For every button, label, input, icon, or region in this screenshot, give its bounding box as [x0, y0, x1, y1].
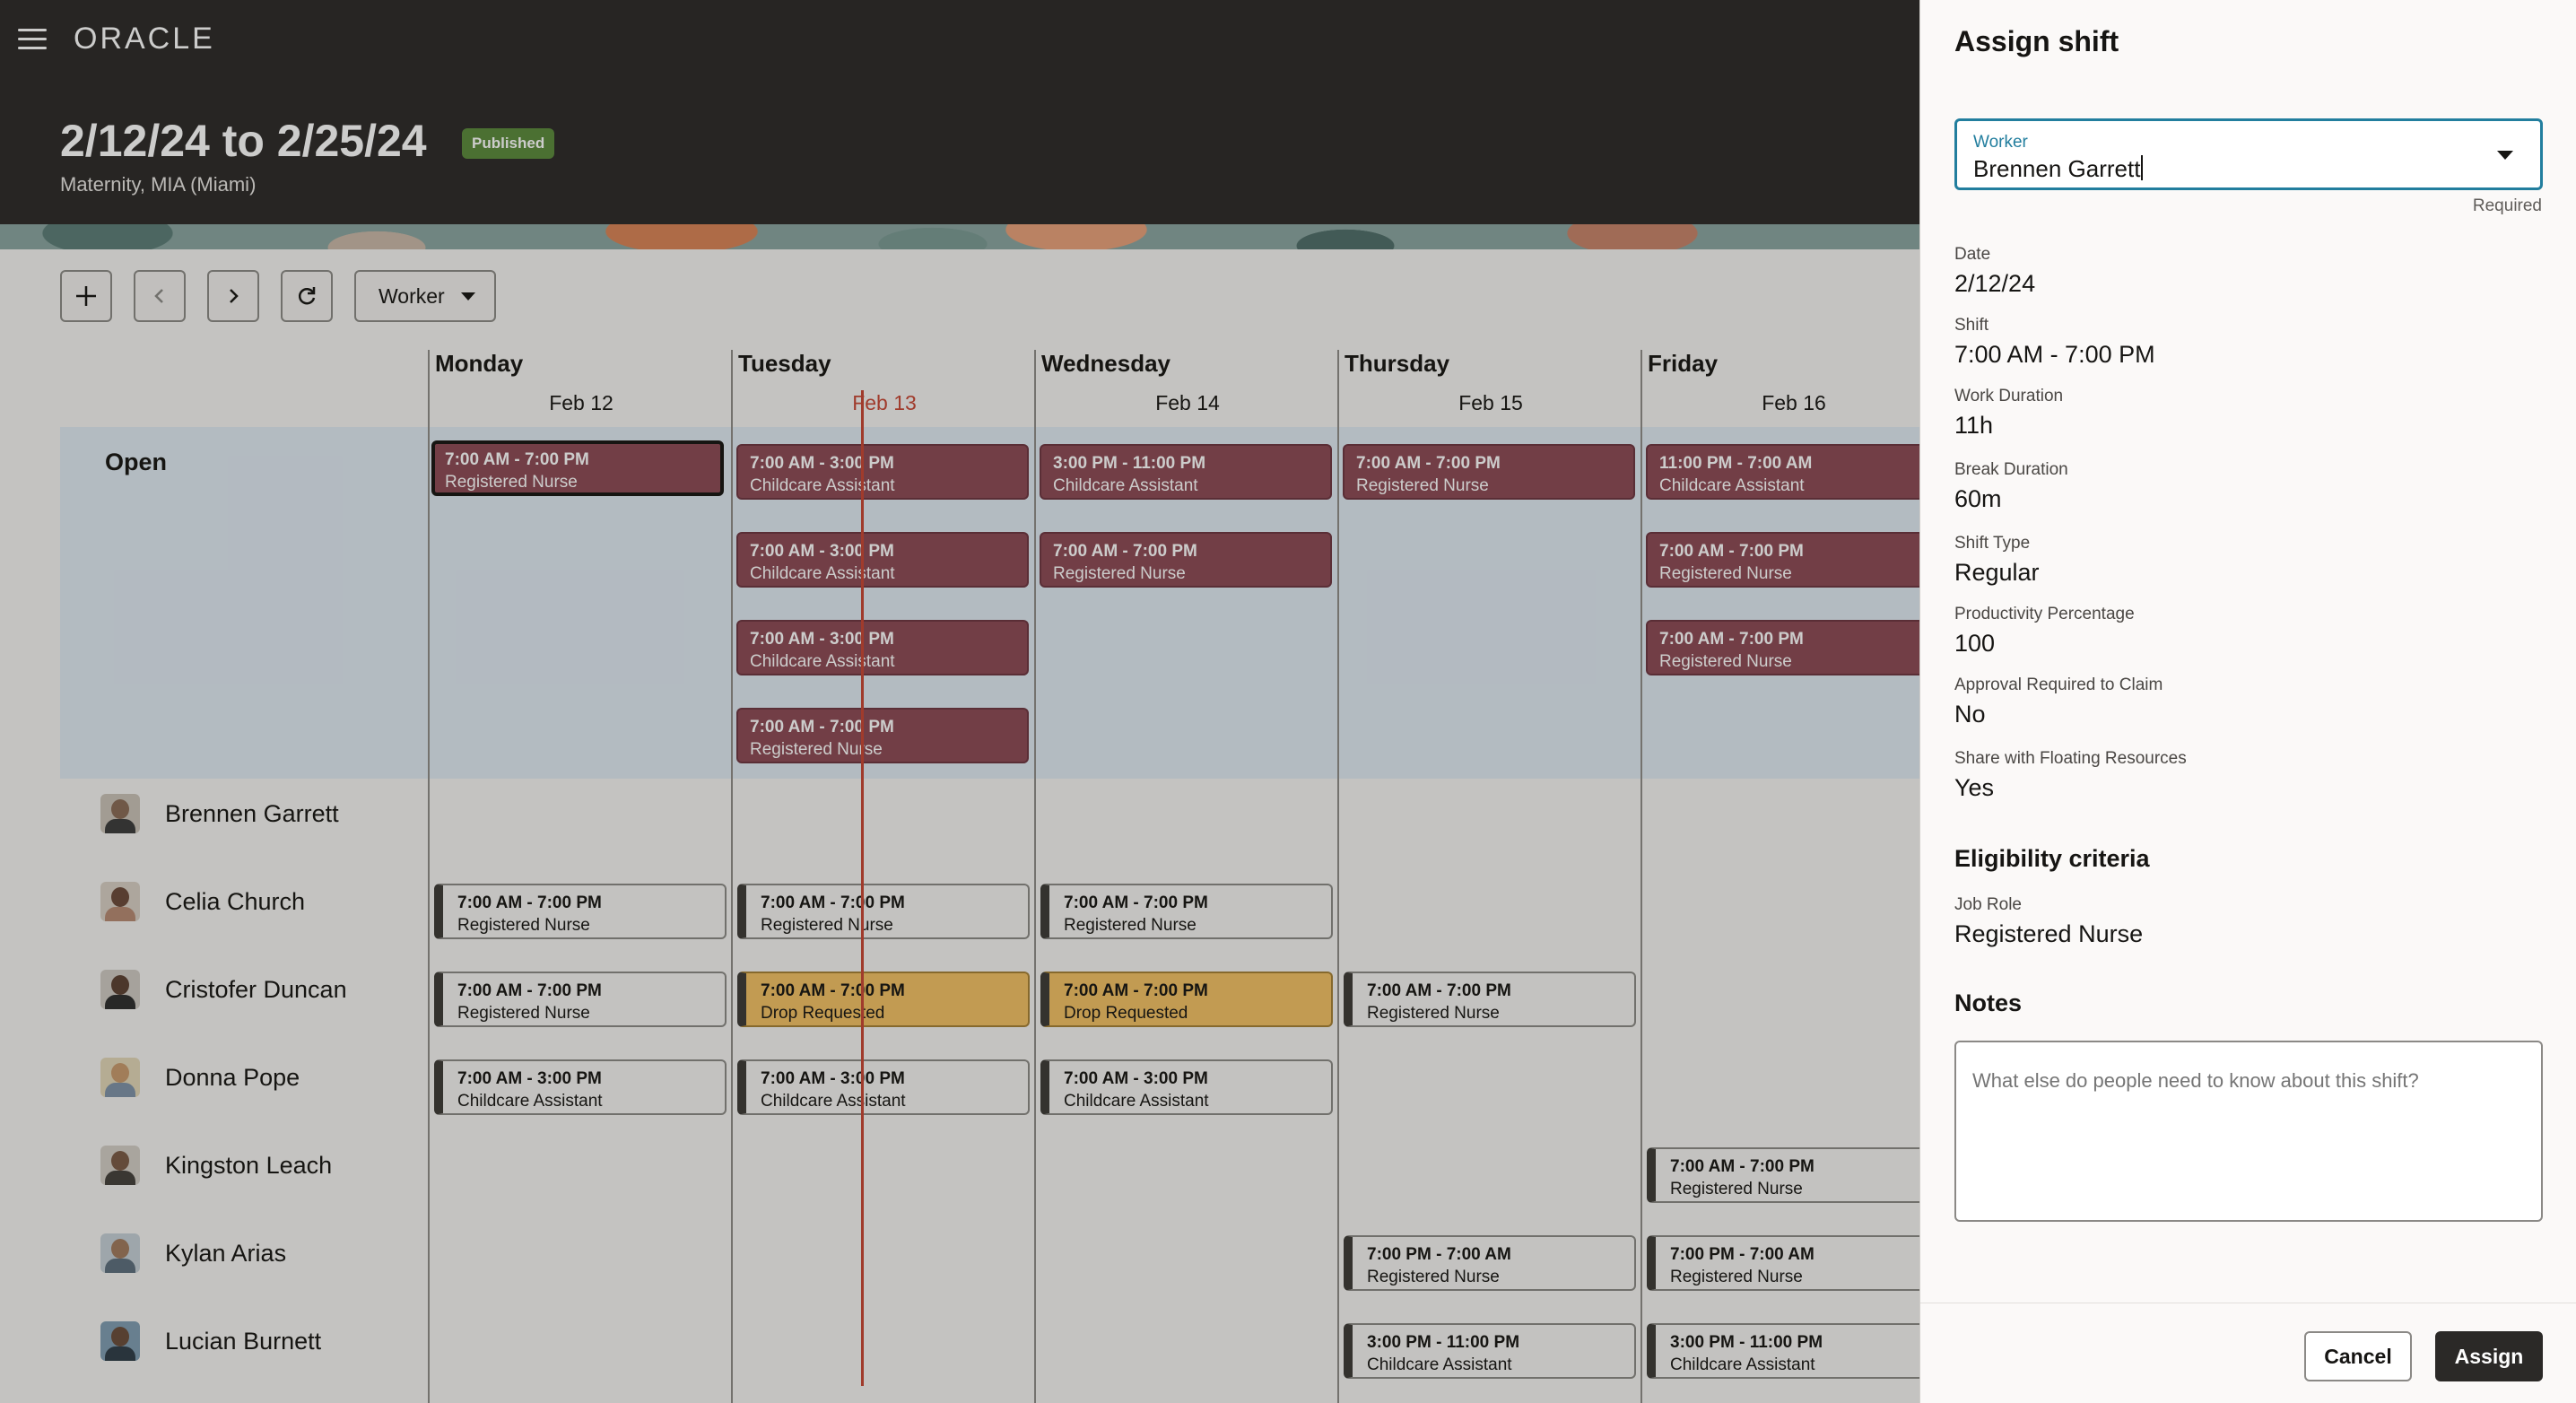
- notes-heading: Notes: [1954, 989, 2023, 1016]
- field-value: 11h: [1954, 412, 1994, 439]
- field-label: Shift: [1954, 316, 1989, 335]
- field-value: 60m: [1954, 485, 2002, 512]
- field-productivity-percentage: Productivity Percentage 100: [1954, 605, 2135, 658]
- cancel-button[interactable]: Cancel: [2304, 1331, 2412, 1381]
- field-label: Date: [1954, 245, 1991, 264]
- field-value: No: [1954, 701, 1986, 728]
- field-label: Shift Type: [1954, 534, 2031, 553]
- drawer-title: Assign shift: [1954, 25, 2119, 57]
- field-shift: Shift 7:00 AM - 7:00 PM: [1954, 316, 2155, 369]
- field-label: Work Duration: [1954, 387, 2064, 405]
- field-work-duration: Work Duration 11h: [1954, 387, 2063, 440]
- field-approval-required: Approval Required to Claim No: [1954, 675, 2163, 728]
- field-date: Date 2/12/24: [1954, 245, 2035, 298]
- assign-shift-drawer: Assign shift Worker Brennen Garrett Requ…: [1919, 0, 2576, 1403]
- assign-button[interactable]: Assign: [2435, 1331, 2543, 1381]
- modal-overlay[interactable]: [0, 0, 1919, 1403]
- worker-value-text: Brennen Garrett: [1973, 155, 2141, 182]
- field-value: 7:00 AM - 7:00 PM: [1954, 341, 2155, 368]
- field-label: Productivity Percentage: [1954, 605, 2135, 623]
- field-share-floating: Share with Floating Resources Yes: [1954, 749, 2187, 802]
- notes-textarea[interactable]: [1954, 1041, 2543, 1222]
- field-value: 100: [1954, 630, 1996, 657]
- field-value: Regular: [1954, 559, 2040, 586]
- field-label: Share with Floating Resources: [1954, 749, 2187, 768]
- field-label: Job Role: [1954, 895, 2022, 914]
- field-job-role: Job Role Registered Nurse: [1954, 895, 2143, 948]
- field-shift-type: Shift Type Regular: [1954, 534, 2040, 587]
- dropdown-arrow-icon[interactable]: [2497, 151, 2513, 160]
- worker-field-label: Worker: [1973, 133, 2028, 152]
- worker-select[interactable]: Worker Brennen Garrett: [1954, 118, 2543, 190]
- field-value: Registered Nurse: [1954, 920, 2144, 947]
- text-cursor: [2141, 155, 2144, 180]
- field-value: 2/12/24: [1954, 270, 2036, 297]
- scheduler-app: ORACLE 2/12/24 to 2/25/24 Published Mate…: [0, 0, 1919, 1403]
- field-label: Break Duration: [1954, 460, 2068, 479]
- worker-field-value[interactable]: Brennen Garrett: [1973, 155, 2144, 183]
- required-hint: Required: [2472, 196, 2542, 215]
- eligibility-heading: Eligibility criteria: [1954, 845, 2150, 872]
- field-label: Approval Required to Claim: [1954, 675, 2163, 694]
- field-value: Yes: [1954, 774, 1995, 801]
- field-break-duration: Break Duration 60m: [1954, 460, 2068, 513]
